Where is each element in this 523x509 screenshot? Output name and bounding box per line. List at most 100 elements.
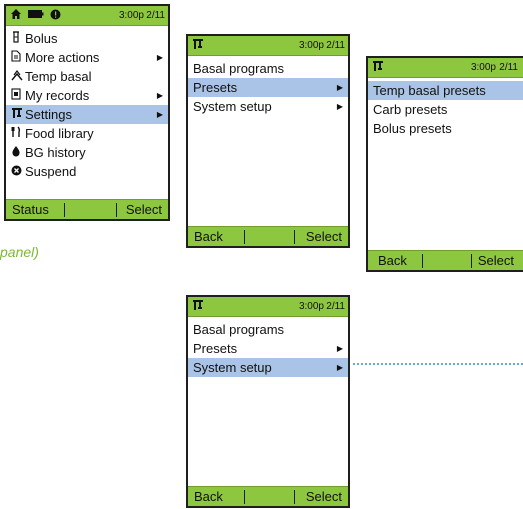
chevron-right-icon: ▶	[336, 83, 343, 92]
settings-screen-system-setup: 3:00p 2/11 Basal programs Presets ▶ Syste…	[186, 295, 350, 508]
status-icons	[372, 60, 384, 72]
softkey-bar: Back Select	[188, 486, 348, 506]
chevron-right-icon: ▶	[336, 344, 343, 353]
status-bar: 3:00p 2/11	[368, 58, 523, 78]
menu-item-label: System setup	[193, 360, 272, 375]
vial-icon	[11, 31, 25, 43]
menu-item-bolus-presets[interactable]: Bolus presets	[368, 119, 523, 138]
status-time: 3:00p	[298, 40, 324, 51]
status-time: 3:00p	[118, 10, 144, 21]
alert-icon	[50, 9, 61, 20]
chevron-right-icon: ▶	[156, 110, 163, 119]
menu-item-label: Carb presets	[373, 102, 448, 117]
battery-icon	[28, 9, 44, 19]
status-bar: 3:00p 2/11	[188, 36, 348, 56]
status-bar: 3:00p 2/11	[188, 297, 348, 317]
status-icons	[192, 38, 204, 50]
softkey-divider	[244, 490, 245, 504]
softkey-divider	[244, 230, 245, 244]
status-bar: 3:00p 2/11	[6, 6, 168, 26]
status-icons	[10, 8, 61, 20]
suspend-icon	[11, 165, 25, 176]
menu-item-food-library[interactable]: Food library	[6, 124, 168, 143]
settings-icon	[192, 299, 204, 311]
menu-item-label: Presets	[193, 341, 238, 356]
chevron-right-icon: ▶	[336, 363, 343, 372]
softkey-bar: Back Select	[188, 226, 348, 246]
menu-item-carb-presets[interactable]: Carb presets	[368, 100, 523, 119]
connector-line	[353, 363, 523, 365]
menu-item-label: My records	[25, 88, 90, 103]
status-date: 2/11	[326, 40, 345, 51]
status-icons	[192, 299, 204, 311]
document-icon	[11, 50, 25, 62]
records-icon	[11, 88, 25, 100]
select-softkey[interactable]: Select	[126, 200, 162, 219]
status-time: 3:00p	[470, 62, 496, 73]
softkey-divider	[64, 203, 65, 217]
softkey-divider	[294, 230, 295, 244]
softkey-divider	[294, 490, 295, 504]
back-softkey[interactable]: Back	[378, 251, 407, 270]
status-date: 2/11	[499, 62, 518, 73]
temp-basal-icon	[11, 69, 25, 81]
select-softkey[interactable]: Select	[306, 487, 342, 506]
menu-item-system-setup[interactable]: System setup ▶	[188, 97, 348, 116]
chevron-right-icon: ▶	[156, 53, 163, 62]
menu-item-label: Presets	[193, 80, 238, 95]
menu-item-label: Settings	[25, 107, 72, 122]
menu-item-bg-history[interactable]: BG history	[6, 143, 168, 162]
softkey-divider	[422, 254, 423, 268]
menu-item-my-records[interactable]: My records ▶	[6, 86, 168, 105]
menu-item-label: Food library	[25, 126, 94, 141]
menu-item-label: Bolus presets	[373, 121, 452, 136]
chevron-right-icon: ▶	[336, 102, 343, 111]
presets-menu-list: Temp basal presets Carb presets Bolus pr…	[368, 78, 523, 250]
back-softkey[interactable]: Back	[194, 487, 223, 506]
menu-item-suspend[interactable]: Suspend	[6, 162, 168, 181]
status-softkey[interactable]: Status	[12, 200, 49, 219]
menu-item-basal-programs[interactable]: Basal programs	[188, 59, 348, 78]
menu-item-temp-basal[interactable]: Temp basal	[6, 67, 168, 86]
select-softkey[interactable]: Select	[306, 227, 342, 246]
softkey-bar: Back Select	[368, 250, 523, 270]
settings-icon	[372, 60, 384, 72]
presets-screen: 3:00p 2/11 Temp basal presets Carb prese…	[366, 56, 523, 272]
menu-item-bolus[interactable]: Bolus	[6, 29, 168, 48]
menu-item-presets[interactable]: Presets ▶	[188, 339, 348, 358]
menu-item-presets[interactable]: Presets ▶	[188, 78, 348, 97]
menu-item-label: Bolus	[25, 31, 58, 46]
menu-item-more-actions[interactable]: More actions ▶	[6, 48, 168, 67]
settings-icon	[192, 38, 204, 50]
home-menu-list: Bolus More actions ▶ Temp basal My recor…	[6, 26, 168, 199]
menu-item-label: Temp basal	[25, 69, 92, 84]
settings-screen-presets: 3:00p 2/11 Basal programs Presets ▶ Syste…	[186, 34, 350, 248]
menu-item-label: Basal programs	[193, 61, 285, 76]
select-softkey[interactable]: Select	[478, 251, 514, 270]
home-icon	[10, 8, 22, 20]
menu-item-label: System setup	[193, 99, 272, 114]
menu-item-basal-programs[interactable]: Basal programs	[188, 320, 348, 339]
menu-item-system-setup[interactable]: System setup ▶	[188, 358, 348, 377]
settings-menu-list: Basal programs Presets ▶ System setup ▶	[188, 56, 348, 226]
fork-knife-icon	[11, 126, 25, 138]
menu-item-label: Temp basal presets	[373, 83, 486, 98]
menu-item-settings[interactable]: Settings ▶	[6, 105, 168, 124]
softkey-divider	[471, 254, 472, 268]
menu-item-label: Basal programs	[193, 322, 285, 337]
menu-item-temp-basal-presets[interactable]: Temp basal presets	[368, 81, 523, 100]
back-softkey[interactable]: Back	[194, 227, 223, 246]
menu-item-label: Suspend	[25, 164, 77, 179]
status-time: 3:00p	[298, 301, 324, 312]
home-menu-screen: 3:00p 2/11 Bolus More actions ▶ Temp bas…	[4, 4, 170, 221]
menu-item-label: More actions	[25, 50, 100, 65]
softkey-bar: Status Select	[6, 199, 168, 219]
chevron-right-icon: ▶	[156, 91, 163, 100]
drop-icon	[11, 145, 25, 157]
menu-item-label: BG history	[25, 145, 86, 160]
status-date: 2/11	[326, 301, 345, 312]
settings-icon	[11, 107, 25, 119]
status-date: 2/11	[146, 10, 165, 21]
softkey-divider	[116, 203, 117, 217]
settings-menu-list: Basal programs Presets ▶ System setup ▶	[188, 317, 348, 486]
